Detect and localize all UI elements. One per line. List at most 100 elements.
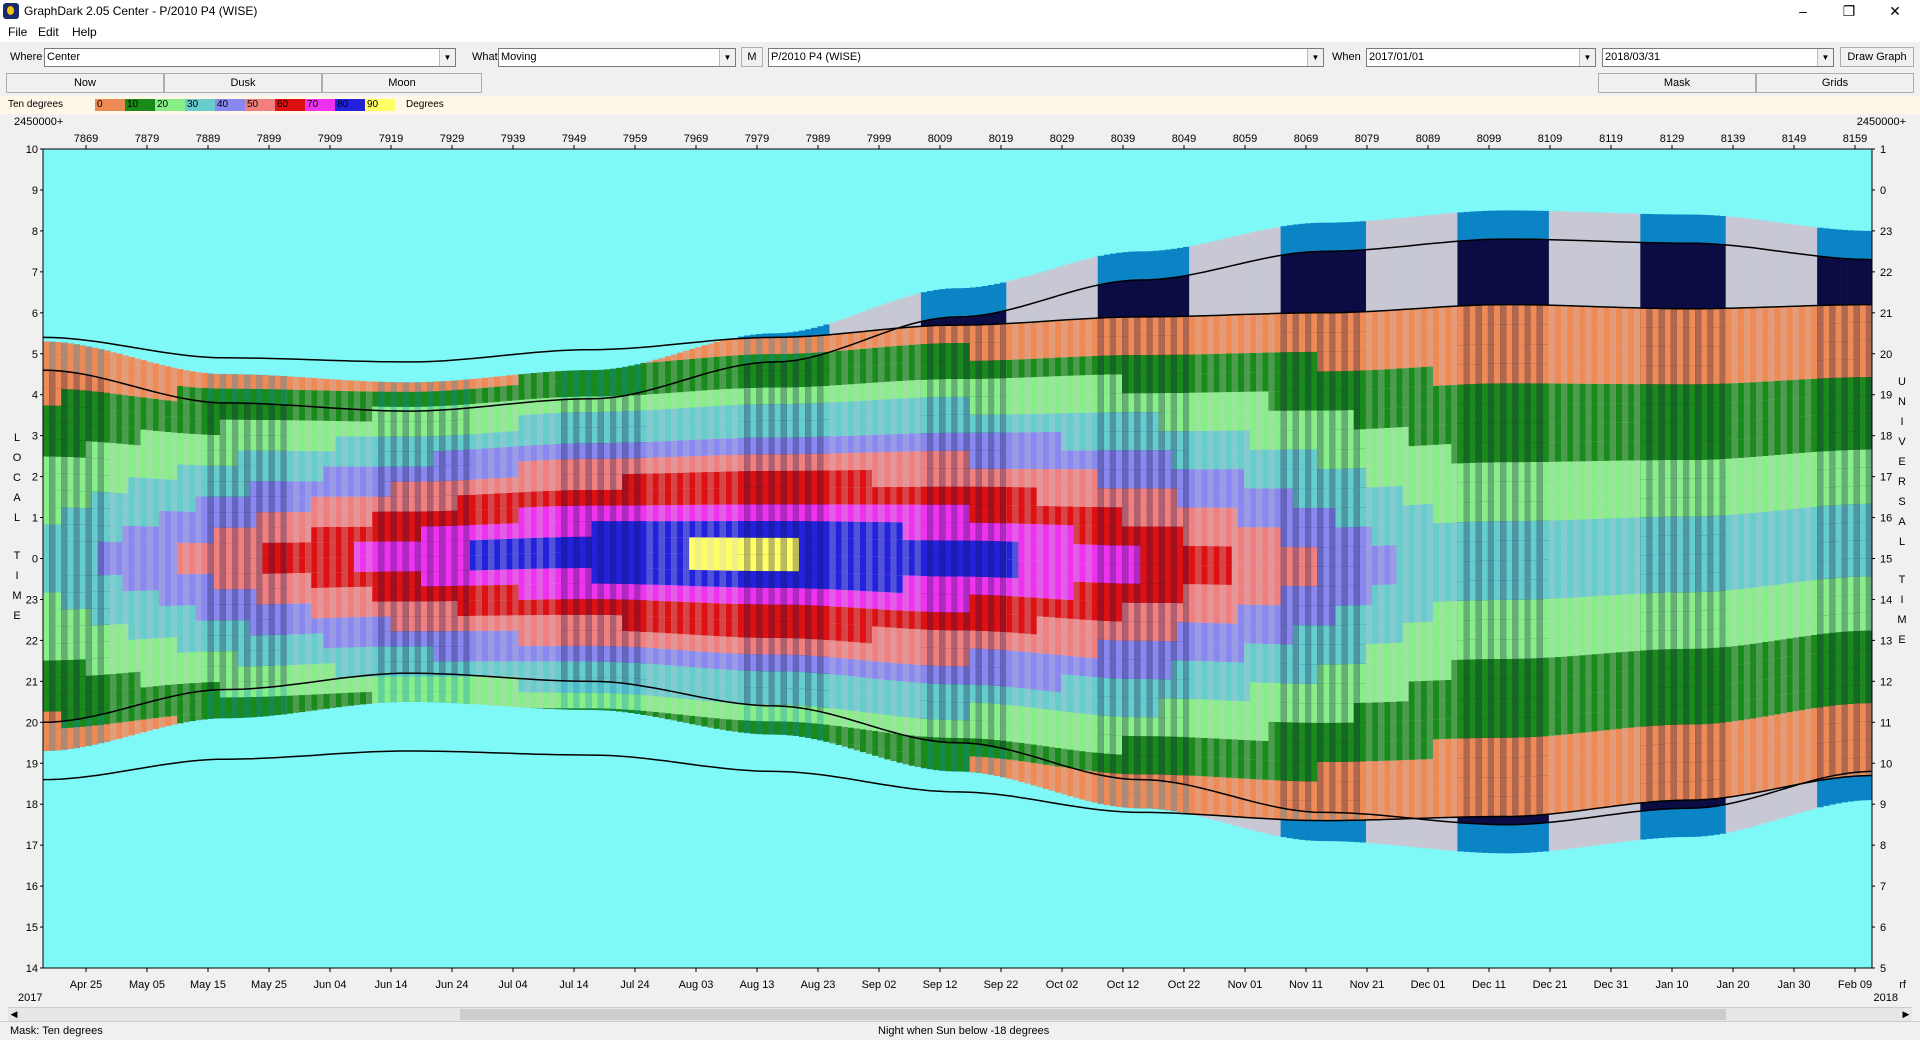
- altitude-segment: [573, 599, 580, 615]
- altitude-segment: [750, 570, 757, 588]
- altitude-segment: [652, 552, 660, 569]
- altitude-segment: [189, 574, 196, 590]
- altitude-segment: [750, 404, 757, 422]
- altitude-segment: [152, 558, 160, 575]
- altitude-segment: [110, 657, 117, 674]
- altitude-segment: [140, 719, 147, 733]
- altitude-segment: [798, 537, 806, 555]
- altitude-segment: [158, 542, 166, 559]
- altitude-segment: [134, 574, 141, 591]
- altitude-segment: [110, 377, 117, 394]
- altitude-segment: [73, 659, 80, 677]
- chevron-down-icon[interactable]: ▼: [719, 49, 735, 66]
- mask-button[interactable]: Mask: [1598, 73, 1756, 93]
- altitude-segment: [445, 525, 452, 541]
- altitude-segment: [1073, 675, 1080, 695]
- altitude-segment: [951, 378, 958, 397]
- altitude-segment: [146, 446, 154, 463]
- altitude-segment: [488, 377, 495, 388]
- altitude-segment: [451, 570, 458, 586]
- altitude-segment: [305, 588, 312, 604]
- menu-help[interactable]: Help: [72, 25, 97, 39]
- altitude-segment: [744, 454, 751, 472]
- altitude-segment: [567, 568, 574, 584]
- altitude-segment: [1073, 337, 1080, 357]
- legend-step: 60: [275, 99, 305, 111]
- altitude-segment: [1024, 597, 1031, 616]
- altitude-segment: [719, 586, 727, 604]
- moon-button[interactable]: Moon: [322, 73, 482, 93]
- altitude-segment: [494, 630, 501, 647]
- altitude-segment: [408, 526, 416, 542]
- altitude-segment: [189, 605, 196, 621]
- altitude-segment: [677, 392, 684, 409]
- altitude-segment: [609, 599, 617, 615]
- altitude-segment: [756, 554, 763, 572]
- altitude-segment: [731, 587, 739, 604]
- altitude-segment: [750, 537, 757, 555]
- where-select[interactable]: Center ▼: [44, 48, 456, 67]
- grids-button[interactable]: Grids: [1756, 73, 1914, 93]
- altitude-segment: [987, 757, 995, 775]
- altitude-segment: [390, 556, 397, 572]
- restore-icon[interactable]: ❐: [1826, 0, 1872, 22]
- altitude-segment: [219, 435, 227, 451]
- minimize-icon[interactable]: –: [1780, 0, 1826, 22]
- altitude-segment: [933, 361, 940, 380]
- altitude-segment: [933, 719, 940, 738]
- altitude-segment: [433, 466, 440, 482]
- close-icon[interactable]: ✕: [1872, 0, 1918, 22]
- altitude-segment: [433, 691, 440, 703]
- altitude-segment: [396, 526, 404, 542]
- dusk-button[interactable]: Dusk: [164, 73, 322, 93]
- altitude-segment: [244, 558, 251, 574]
- altitude-segment: [817, 487, 824, 505]
- altitude-segment: [762, 521, 769, 538]
- altitude-segment: [969, 342, 977, 361]
- altitude-segment: [177, 448, 184, 465]
- m-button[interactable]: M: [741, 47, 763, 67]
- altitude-segment: [652, 377, 660, 394]
- chevron-down-icon[interactable]: ▼: [1307, 49, 1323, 66]
- altitude-segment: [817, 470, 824, 488]
- altitude-segment: [378, 631, 385, 647]
- altitude-segment: [920, 665, 928, 684]
- altitude-segment: [945, 486, 952, 505]
- altitude-segment: [1091, 563, 1099, 583]
- altitude-segment: [1048, 598, 1056, 618]
- altitude-segment: [731, 388, 739, 406]
- altitude-segment: [500, 539, 507, 555]
- altitude-segment: [427, 646, 434, 662]
- start-date-select[interactable]: 2017/01/01 ▼: [1366, 48, 1596, 67]
- altitude-segment: [506, 523, 513, 539]
- draw-graph-button[interactable]: Draw Graph: [1840, 47, 1914, 67]
- menu-edit[interactable]: Edit: [38, 25, 59, 39]
- altitude-segment: [1012, 632, 1019, 652]
- altitude-segment: [798, 437, 806, 455]
- altitude-segment: [43, 745, 50, 751]
- what-select[interactable]: Moving ▼: [498, 48, 736, 67]
- altitude-segment: [701, 635, 708, 652]
- now-button[interactable]: Now: [6, 73, 164, 93]
- altitude-segment: [213, 388, 221, 405]
- end-date-select[interactable]: 2018/03/31 ▼: [1602, 48, 1834, 67]
- altitude-segment: [750, 371, 757, 388]
- altitude-segment: [61, 744, 68, 750]
- object-select[interactable]: P/2010 P4 (WISE) ▼: [768, 48, 1324, 67]
- altitude-segment: [195, 403, 202, 419]
- altitude-segment: [256, 635, 263, 651]
- altitude-segment: [725, 372, 733, 389]
- altitude-segment: [884, 679, 891, 698]
- altitude-segment: [890, 750, 897, 762]
- chevron-down-icon[interactable]: ▼: [1817, 49, 1833, 66]
- chevron-down-icon[interactable]: ▼: [1579, 49, 1595, 66]
- altitude-segment: [975, 576, 983, 595]
- altitude-segment: [91, 474, 99, 492]
- altitude-segment: [427, 391, 434, 407]
- altitude-segment: [274, 619, 282, 635]
- altitude-segment: [500, 386, 507, 402]
- altitude-segment: [1122, 317, 1129, 337]
- menu-file[interactable]: File: [8, 25, 27, 39]
- altitude-segment: [597, 645, 605, 662]
- chevron-down-icon[interactable]: ▼: [439, 49, 455, 66]
